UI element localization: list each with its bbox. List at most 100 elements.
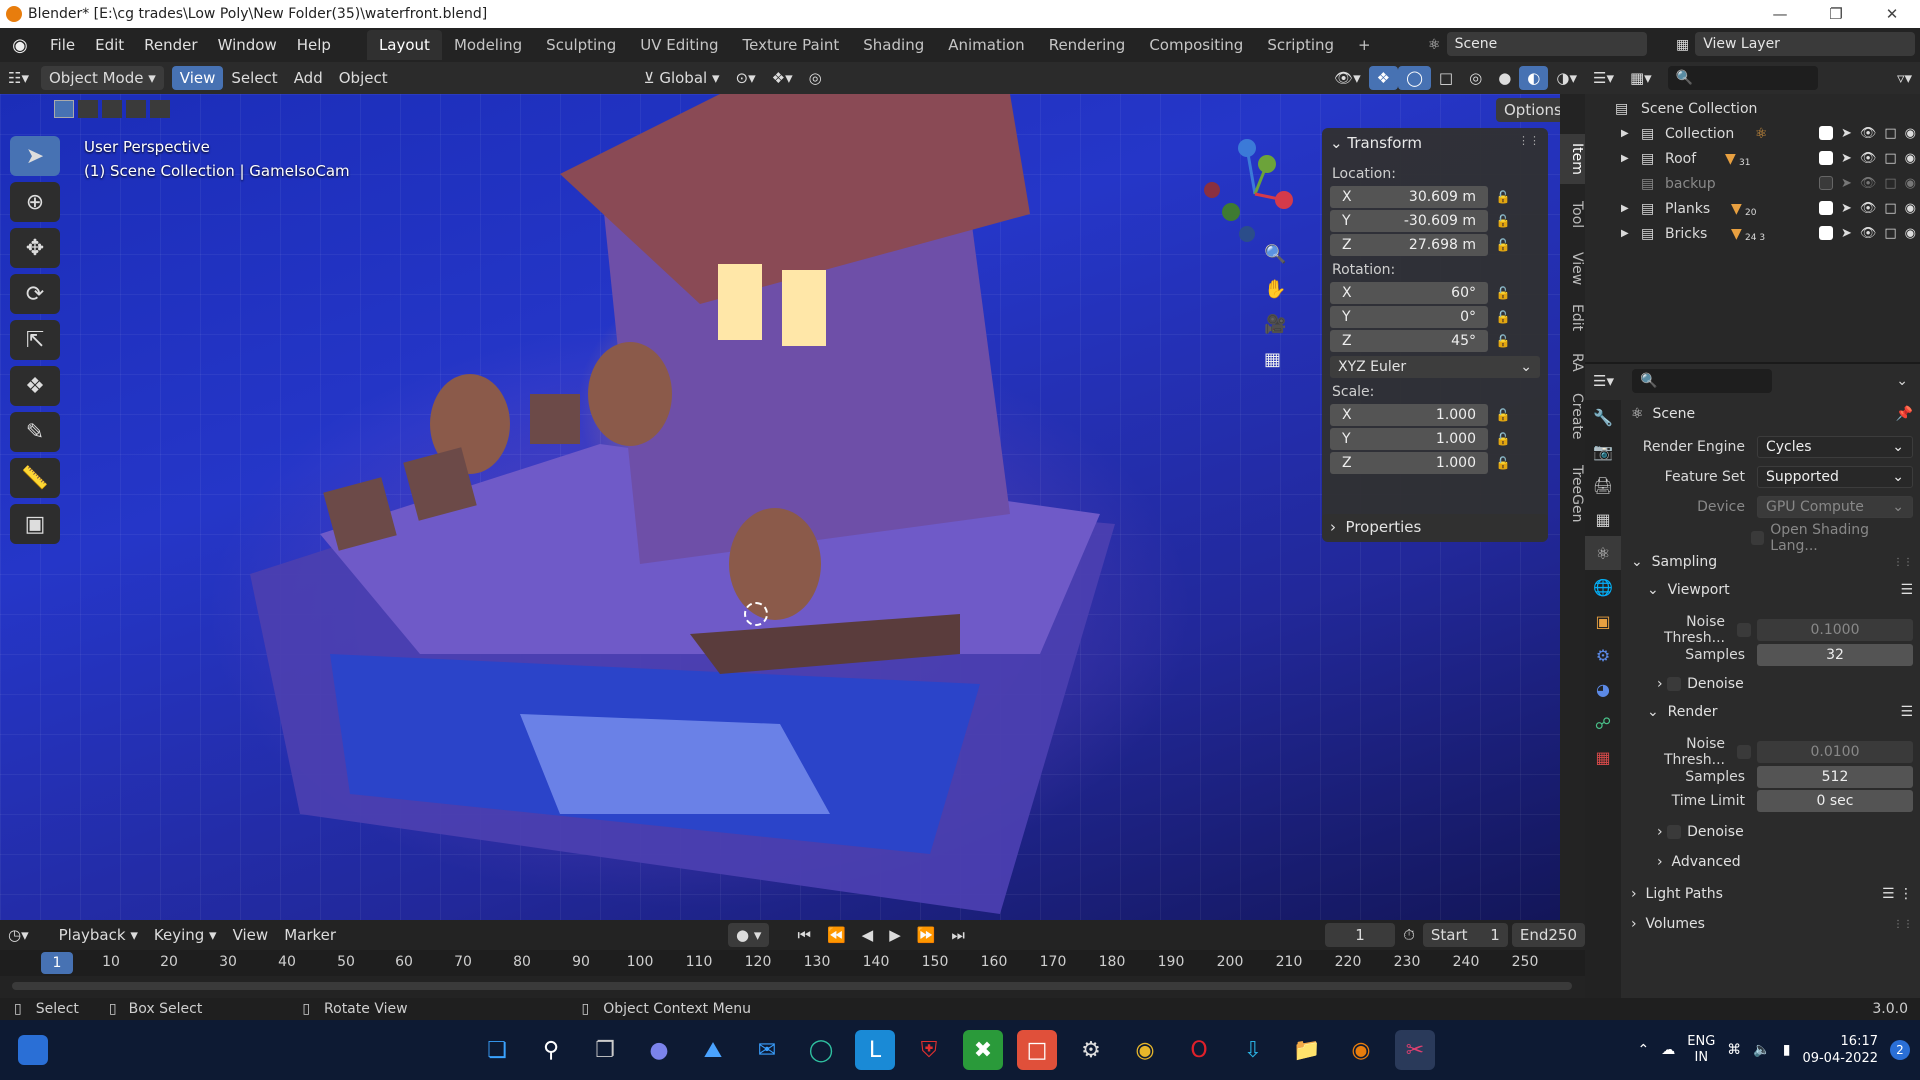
tab-layout[interactable]: Layout <box>366 30 442 60</box>
advanced-section[interactable]: › Advanced <box>1657 854 1913 870</box>
rotation-z-field[interactable]: Z 45° <box>1330 330 1488 352</box>
tab-sculpting[interactable]: Sculpting <box>534 30 628 60</box>
list-icon[interactable]: ☰ <box>1900 704 1913 720</box>
end-frame-field[interactable]: End 250 <box>1511 923 1585 947</box>
add-menu[interactable]: Add <box>286 66 331 90</box>
drag-handle-icon[interactable]: ⋮⋮ <box>1518 134 1540 152</box>
noise-checkbox[interactable] <box>1737 745 1751 759</box>
exclude-checkbox[interactable] <box>1818 201 1833 215</box>
eye-icon[interactable]: 👁 <box>1860 126 1877 141</box>
outliner-search[interactable]: 🔍 <box>1667 66 1818 90</box>
render-denoise-section[interactable]: › Denoise <box>1657 824 1913 840</box>
region-label[interactable]: IN <box>1694 1050 1708 1066</box>
eye-icon[interactable]: 👁 <box>1860 201 1877 216</box>
exclude-checkbox[interactable] <box>1818 126 1833 140</box>
world-tab-icon[interactable]: 🌐 <box>1585 570 1621 604</box>
list-icon[interactable]: ☰ ⋮ <box>1882 886 1913 902</box>
start-icon[interactable]: ❏ <box>477 1030 517 1070</box>
denoise-checkbox[interactable] <box>1667 677 1682 691</box>
move-tool-icon[interactable]: ✥ <box>10 228 60 268</box>
scene-selector[interactable]: Scene <box>1446 32 1647 56</box>
solid-shading-icon[interactable]: ● <box>1490 66 1519 90</box>
location-x-field[interactable]: X 30.609 m <box>1330 186 1488 208</box>
tab-view[interactable]: View <box>1560 244 1585 294</box>
zoom-icon[interactable]: 🔍 <box>1264 244 1286 265</box>
denoise-checkbox[interactable] <box>1667 825 1682 839</box>
scale-z-field[interactable]: Z 1.000 <box>1330 452 1488 474</box>
jump-start-icon[interactable]: ⏮ <box>789 923 819 947</box>
select-arrow-icon[interactable]: ➤ <box>1841 176 1852 191</box>
physics-tab-icon[interactable]: ◕ <box>1585 672 1621 706</box>
transform-tool-icon[interactable]: ❖ <box>10 366 60 406</box>
menu-window[interactable]: Window <box>208 36 287 54</box>
drag-handle-icon[interactable]: ⋮⋮ <box>1893 557 1913 568</box>
tab-treegen[interactable]: TreeGen <box>1560 454 1585 534</box>
tab-item[interactable]: Item <box>1560 134 1585 184</box>
outliner-item-collection[interactable]: ▶ ▤ Collection ⚛ ➤ 👁 □ ◉ <box>1585 121 1920 146</box>
launcher-icon[interactable]: L <box>855 1030 895 1070</box>
timeline-editor-icon[interactable]: ◷▾ <box>0 923 37 947</box>
properties-subpanel[interactable]: › Properties <box>1322 514 1548 540</box>
eye-icon[interactable]: 👁 <box>1860 151 1877 166</box>
battery-icon[interactable]: ▮ <box>1783 1042 1791 1058</box>
scale-y-field[interactable]: Y 1.000 <box>1330 428 1488 450</box>
editor-type-icon[interactable]: ☷▾ <box>0 66 37 90</box>
keying-menu[interactable]: Keying ▾ <box>146 923 225 947</box>
scale-x-field[interactable]: X 1.000 <box>1330 404 1488 426</box>
eye-icon[interactable]: 👁 <box>1860 176 1877 191</box>
start-frame-field[interactable]: Start 1 <box>1422 923 1508 947</box>
lock-icon[interactable]: 🔓 <box>1494 456 1512 470</box>
select-arrow-icon[interactable]: ➤ <box>1841 151 1852 166</box>
ortho-grid-icon[interactable]: ▦ <box>1264 349 1286 370</box>
render-subsection[interactable]: ⌄ Render ☰ <box>1647 704 1913 720</box>
render-noise-field[interactable]: 0.0100 <box>1757 741 1913 763</box>
render-engine-select[interactable]: Cycles ⌄ <box>1757 436 1913 458</box>
monitor-icon[interactable]: □ <box>1884 201 1896 216</box>
mode-selector[interactable]: Object Mode ▾ <box>40 66 164 90</box>
camera-icon[interactable]: ◉ <box>1905 126 1916 141</box>
tab-modeling[interactable]: Modeling <box>442 30 534 60</box>
camera-icon[interactable]: ◉ <box>1905 226 1916 241</box>
scene-tab-icon[interactable]: ⚛ <box>1585 536 1621 570</box>
lock-icon[interactable]: 🔓 <box>1494 190 1512 204</box>
pin-icon[interactable]: 📌 <box>1896 406 1913 422</box>
settings-icon[interactable]: ⚙ <box>1071 1030 1111 1070</box>
view-layer-selector[interactable]: View Layer <box>1695 32 1916 56</box>
lock-icon[interactable]: 🔓 <box>1494 238 1512 252</box>
snipping-tool-icon[interactable]: ✂ <box>1395 1030 1435 1070</box>
timeline-scrollbar[interactable] <box>12 982 1572 990</box>
rotate-tool-icon[interactable]: ⟳ <box>10 274 60 314</box>
clock-date[interactable]: 09-04-2022 <box>1802 1050 1878 1067</box>
rotation-y-field[interactable]: Y 0° <box>1330 306 1488 328</box>
rotation-mode-select[interactable]: XYZ Euler ⌄ <box>1330 356 1540 378</box>
tab-create[interactable]: Create <box>1560 386 1585 446</box>
menu-file[interactable]: File <box>40 36 85 54</box>
gizmo-toggle-icon[interactable]: ❖ <box>1368 66 1399 90</box>
annotate-tool-icon[interactable]: ✎ <box>10 412 60 452</box>
scene-icon[interactable]: ⚛ <box>1428 32 1441 58</box>
lock-icon[interactable]: 🔓 <box>1494 310 1512 324</box>
xray-icon[interactable]: □ <box>1431 66 1461 90</box>
rendered-shading-icon[interactable]: ◑▾ <box>1548 66 1585 90</box>
widgets-icon[interactable] <box>18 1035 48 1065</box>
expand-arrow-icon[interactable]: ▶ <box>1621 128 1629 139</box>
outliner-editor-icon[interactable]: ☰▾ <box>1585 66 1622 90</box>
noise-checkbox[interactable] <box>1737 623 1751 637</box>
blender-taskbar-icon[interactable]: ◉ <box>1341 1030 1381 1070</box>
jump-end-icon[interactable]: ⏭ <box>943 923 973 947</box>
material-shading-icon[interactable]: ◐ <box>1519 66 1549 90</box>
select-intersect-icon[interactable] <box>150 100 170 118</box>
viewport-samples-field[interactable]: 32 <box>1757 644 1913 666</box>
menu-render[interactable]: Render <box>134 36 207 54</box>
time-limit-field[interactable]: 0 sec <box>1757 790 1913 812</box>
play-reverse-icon[interactable]: ◀ <box>854 923 882 947</box>
tab-compositing[interactable]: Compositing <box>1137 30 1255 60</box>
output-tab-icon[interactable]: 🖨 <box>1585 468 1621 502</box>
drag-handle-icon[interactable]: ⋮⋮ <box>1893 919 1913 930</box>
select-arrow-icon[interactable]: ➤ <box>1841 126 1852 141</box>
tab-scripting[interactable]: Scripting <box>1255 30 1346 60</box>
current-frame-field[interactable]: 1 <box>1324 923 1396 947</box>
blender-menu-icon[interactable]: ◉ <box>0 35 40 56</box>
view-layer-icon[interactable]: ▦ <box>1676 32 1689 58</box>
texture-tab-icon[interactable]: ▦ <box>1585 740 1621 774</box>
